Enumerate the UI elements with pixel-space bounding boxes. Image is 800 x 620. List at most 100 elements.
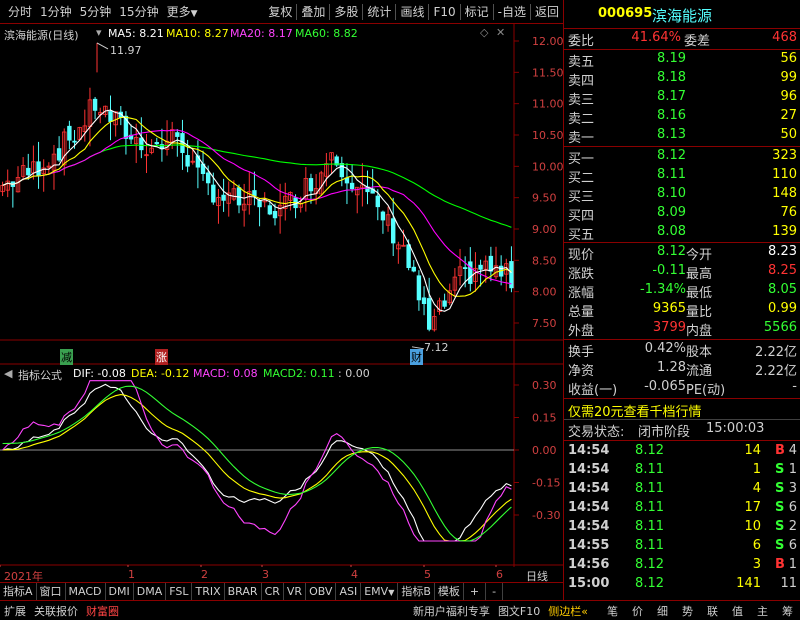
ask-level-row[interactable]: 卖四 8.18 99 bbox=[564, 70, 800, 89]
toolbar-remove-watchlist-button[interactable]: -自选 bbox=[494, 0, 530, 24]
toolbar-1min-button[interactable]: 1分钟 bbox=[36, 0, 76, 24]
toolbar-5min-button[interactable]: 5分钟 bbox=[76, 0, 116, 24]
tab-trend[interactable]: 势 bbox=[675, 603, 700, 619]
tab-chips[interactable]: 筹 bbox=[775, 603, 800, 619]
toolbar-more-button[interactable]: 更多▼ bbox=[163, 0, 202, 24]
diamond-icon[interactable]: ◇ bbox=[480, 26, 488, 39]
kline-macd-chart[interactable]: 12.00 11.50 11.00 10.50 10.00 9.50 9.00 8.50 8.0… bbox=[0, 24, 563, 567]
ask-level-row[interactable]: 卖一 8.13 50 bbox=[564, 127, 800, 146]
toolbar-intraday-button[interactable]: 分时 bbox=[4, 0, 36, 24]
fundamental-row[interactable]: 收益(一) -0.065 PE(动) - bbox=[564, 379, 800, 398]
toolbar-back-button[interactable]: 返回 bbox=[531, 0, 563, 24]
ask-level-row[interactable]: 卖五 8.19 56 bbox=[564, 51, 800, 70]
tick-row[interactable]: 14:54 8.12 14 B 4 bbox=[564, 443, 800, 462]
ask-price: 8.13 bbox=[657, 127, 686, 142]
tick-row[interactable]: 14:56 8.12 3 B 1 bbox=[564, 557, 800, 576]
candle-body bbox=[221, 194, 226, 201]
fundamental-row[interactable]: 换手 0.42% 股本 2.22亿 bbox=[564, 341, 800, 360]
increase-holdings-tag[interactable]: 涨 bbox=[155, 349, 168, 365]
tick-row[interactable]: 14:54 8.11 17 S 6 bbox=[564, 500, 800, 519]
toolbar-restore-rights-button[interactable]: 复权 bbox=[264, 0, 296, 24]
toolbar-mark-button[interactable]: 标记 bbox=[461, 0, 493, 24]
extend-button[interactable]: 扩展 bbox=[0, 603, 30, 619]
tab-emv[interactable]: EMV▼ bbox=[361, 583, 399, 600]
tab-indicator-b[interactable]: 指标B bbox=[398, 583, 435, 600]
tab-linked[interactable]: 联 bbox=[700, 603, 725, 619]
tab-cr[interactable]: CR bbox=[262, 583, 284, 600]
promo-row[interactable]: 仅需20元查看千档行情 bbox=[564, 401, 800, 420]
toolbar-overlay-button[interactable]: 叠加 bbox=[297, 0, 329, 24]
bid-level-row[interactable]: 买四 8.09 76 bbox=[564, 205, 800, 224]
bid-level-row[interactable]: 买三 8.10 148 bbox=[564, 186, 800, 205]
tab-window[interactable]: 窗口 bbox=[37, 583, 66, 600]
ask-level-row[interactable]: 卖二 8.16 27 bbox=[564, 108, 800, 127]
tab-dma[interactable]: DMA bbox=[134, 583, 167, 600]
quote-row[interactable]: 现价 8.12 今开 8.23 bbox=[564, 244, 800, 263]
fundamental-value: 2.22亿 bbox=[755, 345, 797, 360]
remove-window-button[interactable]: - bbox=[486, 583, 504, 600]
quote-label: 今开 bbox=[686, 248, 713, 263]
tab-obv[interactable]: OBV bbox=[306, 583, 337, 600]
reduce-holdings-tag[interactable]: 减 bbox=[60, 349, 73, 365]
add-window-button[interactable]: + bbox=[464, 583, 487, 600]
candle-body bbox=[211, 184, 216, 203]
xaxis-month-label: 1 bbox=[128, 568, 135, 581]
tab-asi[interactable]: ASI bbox=[336, 583, 362, 600]
ma-settings-icon[interactable]: ▾ bbox=[96, 26, 102, 39]
tab-template[interactable]: 模板 bbox=[435, 583, 464, 600]
quote-value: 8.23 bbox=[768, 244, 797, 259]
toolbar-draw-line-button[interactable]: 画线 bbox=[396, 0, 428, 24]
tab-fsl[interactable]: FSL bbox=[166, 583, 193, 600]
macd-title[interactable]: 指标公式 bbox=[18, 367, 62, 383]
close-icon[interactable]: ✕ bbox=[496, 26, 505, 39]
promo-link[interactable]: 仅需20元查看千档行情 bbox=[568, 401, 702, 420]
tab-detail[interactable]: 细 bbox=[650, 603, 675, 619]
tab-tick-detail[interactable]: 笔 bbox=[600, 603, 625, 619]
quote-row[interactable]: 外盘 3799 内盘 5566 bbox=[564, 320, 800, 339]
tab-indicator-a[interactable]: 指标A bbox=[0, 583, 37, 600]
quote-row[interactable]: 总量 9365 量比 0.99 bbox=[564, 301, 800, 320]
macd-line bbox=[2, 380, 512, 542]
quote-row[interactable]: 涨幅 -1.34% 最低 8.05 bbox=[564, 282, 800, 301]
ask-volume: 99 bbox=[780, 70, 797, 85]
candle-body bbox=[252, 190, 257, 197]
finance-report-tag[interactable]: 财 bbox=[410, 349, 423, 365]
sidebar-toggle[interactable]: 侧边栏« bbox=[544, 603, 592, 619]
price-axis-label: 11.50 bbox=[532, 66, 563, 79]
tick-row[interactable]: 14:55 8.11 6 S 6 bbox=[564, 538, 800, 557]
quote-row[interactable]: 涨跌 -0.11 最高 8.25 bbox=[564, 263, 800, 282]
tab-price[interactable]: 价 bbox=[625, 603, 650, 619]
indicator-menu-icon[interactable]: ◀ bbox=[4, 367, 12, 380]
toolbar-f10-button[interactable]: F10 bbox=[429, 0, 459, 24]
tab-main[interactable]: 主 bbox=[750, 603, 775, 619]
bid-level-row[interactable]: 买二 8.11 110 bbox=[564, 167, 800, 186]
toolbar-15min-button[interactable]: 15分钟 bbox=[115, 0, 162, 24]
toolbar-stats-button[interactable]: 统计 bbox=[363, 0, 395, 24]
chart-area[interactable]: 12.00 11.50 11.00 10.50 10.00 9.50 9.00 8.50 8.0… bbox=[0, 24, 563, 583]
linked-quote-button[interactable]: 关联报价 bbox=[30, 603, 82, 619]
new-user-welfare-link[interactable]: 新用户福利专享 bbox=[409, 603, 494, 619]
candle-body bbox=[391, 218, 396, 244]
toolbar-multi-stock-button[interactable]: 多股 bbox=[330, 0, 362, 24]
tick-row[interactable]: 15:00 8.12 141 11 bbox=[564, 576, 800, 595]
xaxis-month-label: 4 bbox=[351, 568, 358, 581]
chevron-down-icon: ▼ bbox=[190, 8, 198, 19]
ask-level-row[interactable]: 卖三 8.17 96 bbox=[564, 89, 800, 108]
candle-body bbox=[411, 266, 416, 272]
fundamental-row[interactable]: 净资 1.28 流通 2.22亿 bbox=[564, 360, 800, 379]
bid-level-row[interactable]: 买五 8.08 139 bbox=[564, 224, 800, 243]
wealth-circle-button[interactable]: 财富圈 bbox=[82, 603, 123, 619]
tab-vr[interactable]: VR bbox=[284, 583, 307, 600]
tab-brar[interactable]: BRAR bbox=[225, 583, 262, 600]
candle-body bbox=[92, 98, 98, 111]
f10-graphic-link[interactable]: 图文F10 bbox=[494, 603, 544, 619]
bid-level-row[interactable]: 买一 8.12 323 bbox=[564, 148, 800, 167]
tick-row[interactable]: 14:54 8.11 1 S 1 bbox=[564, 462, 800, 481]
candle-body bbox=[257, 199, 262, 208]
tab-dmi[interactable]: DMI bbox=[106, 583, 134, 600]
tab-macd[interactable]: MACD bbox=[66, 583, 106, 600]
tick-row[interactable]: 14:54 8.11 10 S 2 bbox=[564, 519, 800, 538]
tab-value[interactable]: 值 bbox=[725, 603, 750, 619]
tab-trix[interactable]: TRIX bbox=[192, 583, 225, 600]
tick-row[interactable]: 14:54 8.11 4 S 3 bbox=[564, 481, 800, 500]
